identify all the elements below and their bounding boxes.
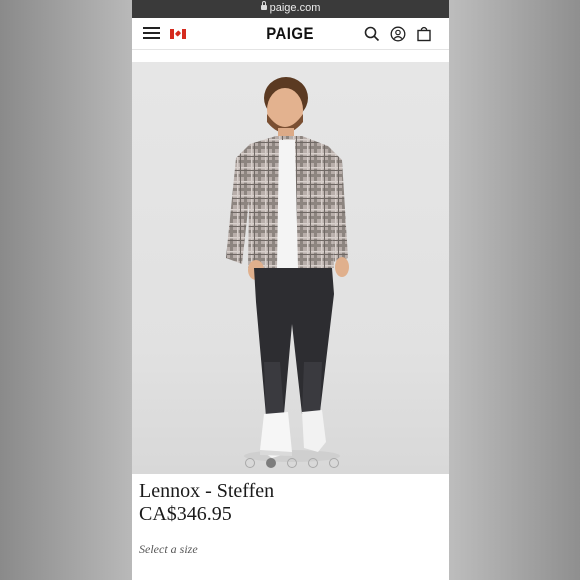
background-left (0, 0, 132, 580)
carousel-dot[interactable] (287, 458, 297, 468)
product-price: CA$346.95 (139, 503, 232, 525)
carousel-dot[interactable] (245, 458, 255, 468)
model-illustration (226, 77, 349, 462)
bag-icon[interactable] (416, 26, 432, 42)
select-size-prompt[interactable]: Select a size (139, 542, 198, 557)
background-right (449, 0, 580, 580)
browser-url-bar[interactable]: paige.com (132, 0, 449, 18)
search-icon[interactable] (364, 26, 380, 42)
url-container: paige.com (132, 0, 449, 17)
url-text: paige.com (269, 2, 321, 14)
phone-screen: paige.com PAIGE Lennox - Steffen CA$346.… (132, 0, 449, 580)
carousel-dot[interactable] (266, 458, 276, 468)
lock-icon (260, 1, 267, 10)
product-image[interactable] (132, 62, 449, 474)
carousel-dots (245, 458, 345, 468)
account-icon[interactable] (390, 26, 406, 42)
carousel-dot[interactable] (329, 458, 339, 468)
product-name: Lennox - Steffen (139, 480, 275, 502)
brand-logo-text: PAIGE (266, 24, 315, 43)
carousel-dot[interactable] (308, 458, 318, 468)
site-header: PAIGE (132, 18, 449, 50)
